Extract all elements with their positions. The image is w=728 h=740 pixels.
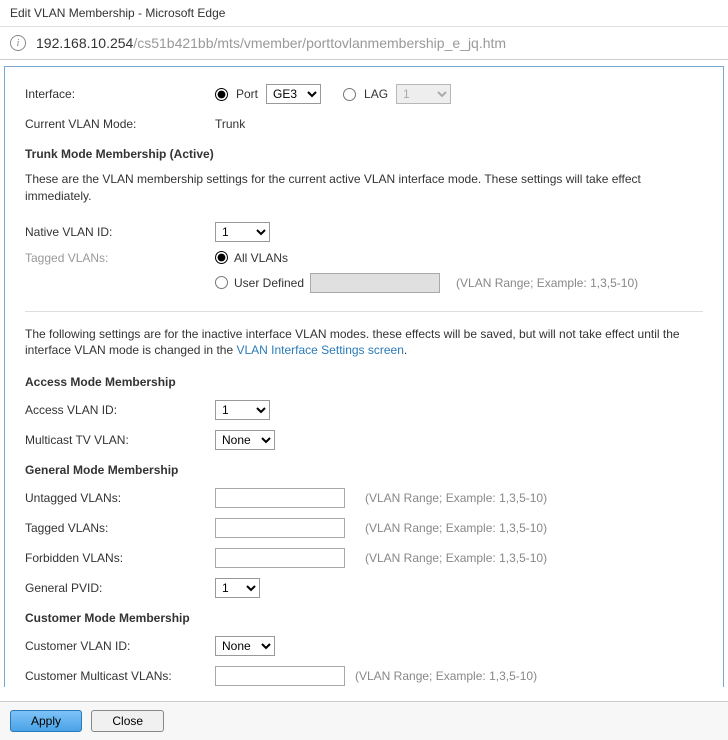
customer-range-hint: (VLAN Range; Example: 1,3,5-10) [355,669,537,683]
url-path: /cs51b421bb/mts/vmember/porttovlanmember… [133,35,506,51]
untagged-vlans-label: Untagged VLANs: [25,491,215,505]
inactive-note-text2: . [404,343,407,357]
general-heading: General Mode Membership [25,463,703,477]
interface-lag-label: LAG [364,87,388,101]
apply-button[interactable]: Apply [10,710,82,732]
forbidden-vlans-label: Forbidden VLANs: [25,551,215,565]
gm-tagged-vlans-label: Tagged VLANs: [25,521,215,535]
access-vlan-select[interactable]: 1 [215,400,270,420]
tagged-userdef-input [310,273,440,293]
window-title: Edit VLAN Membership - Microsoft Edge [0,0,728,27]
inactive-note: The following settings are for the inact… [25,326,703,360]
customer-mcast-label: Customer Multicast VLANs: [25,669,215,683]
customer-mcast-input[interactable] [215,666,345,686]
untagged-vlans-input[interactable] [215,488,345,508]
native-vlan-select[interactable]: 1 [215,222,270,242]
tagged-vlans-label: Tagged VLANs: [25,251,215,265]
trunk-heading: Trunk Mode Membership (Active) [25,147,703,161]
vlan-settings-link[interactable]: VLAN Interface Settings screen [236,343,403,357]
access-vlan-label: Access VLAN ID: [25,403,215,417]
interface-port-select[interactable]: GE3 [266,84,321,104]
gm-tagged-vlans-input[interactable] [215,518,345,538]
forbidden-range-hint: (VLAN Range; Example: 1,3,5-10) [365,551,547,565]
interface-port-radio[interactable] [215,88,228,101]
forbidden-vlans-input[interactable] [215,548,345,568]
general-pvid-select[interactable]: 1 [215,578,260,598]
tagged-userdef-label: User Defined [234,276,304,290]
gm-tagged-range-hint: (VLAN Range; Example: 1,3,5-10) [365,521,547,535]
url-display[interactable]: 192.168.10.254/cs51b421bb/mts/vmember/po… [36,35,506,51]
customer-vlan-select[interactable]: None [215,636,275,656]
tagged-all-label: All VLANs [234,251,288,265]
interface-lag-radio[interactable] [343,88,356,101]
divider [25,311,703,312]
general-pvid-label: General PVID: [25,581,215,595]
footer-bar: Apply Close [0,701,728,740]
tagged-all-radio[interactable] [215,251,228,264]
customer-heading: Customer Mode Membership [25,611,703,625]
interface-lag-select: 1 [396,84,451,104]
untagged-range-hint: (VLAN Range; Example: 1,3,5-10) [365,491,547,505]
info-icon[interactable]: i [10,35,26,51]
interface-label: Interface: [25,87,215,101]
interface-port-label: Port [236,87,258,101]
url-host: 192.168.10.254 [36,35,133,51]
tagged-userdef-radio[interactable] [215,276,228,289]
main-content: Interface: Port GE3 LAG 1 Current VLAN M… [4,66,724,687]
customer-vlan-label: Customer VLAN ID: [25,639,215,653]
current-mode-value: Trunk [215,117,245,131]
trunk-desc: These are the VLAN membership settings f… [25,171,703,205]
multicast-tv-label: Multicast TV VLAN: [25,433,215,447]
native-vlan-label: Native VLAN ID: [25,225,215,239]
address-bar: i 192.168.10.254/cs51b421bb/mts/vmember/… [0,27,728,60]
tagged-range-hint: (VLAN Range; Example: 1,3,5-10) [456,276,638,290]
close-button[interactable]: Close [91,710,164,732]
access-heading: Access Mode Membership [25,375,703,389]
multicast-tv-select[interactable]: None [215,430,275,450]
current-mode-label: Current VLAN Mode: [25,117,215,131]
